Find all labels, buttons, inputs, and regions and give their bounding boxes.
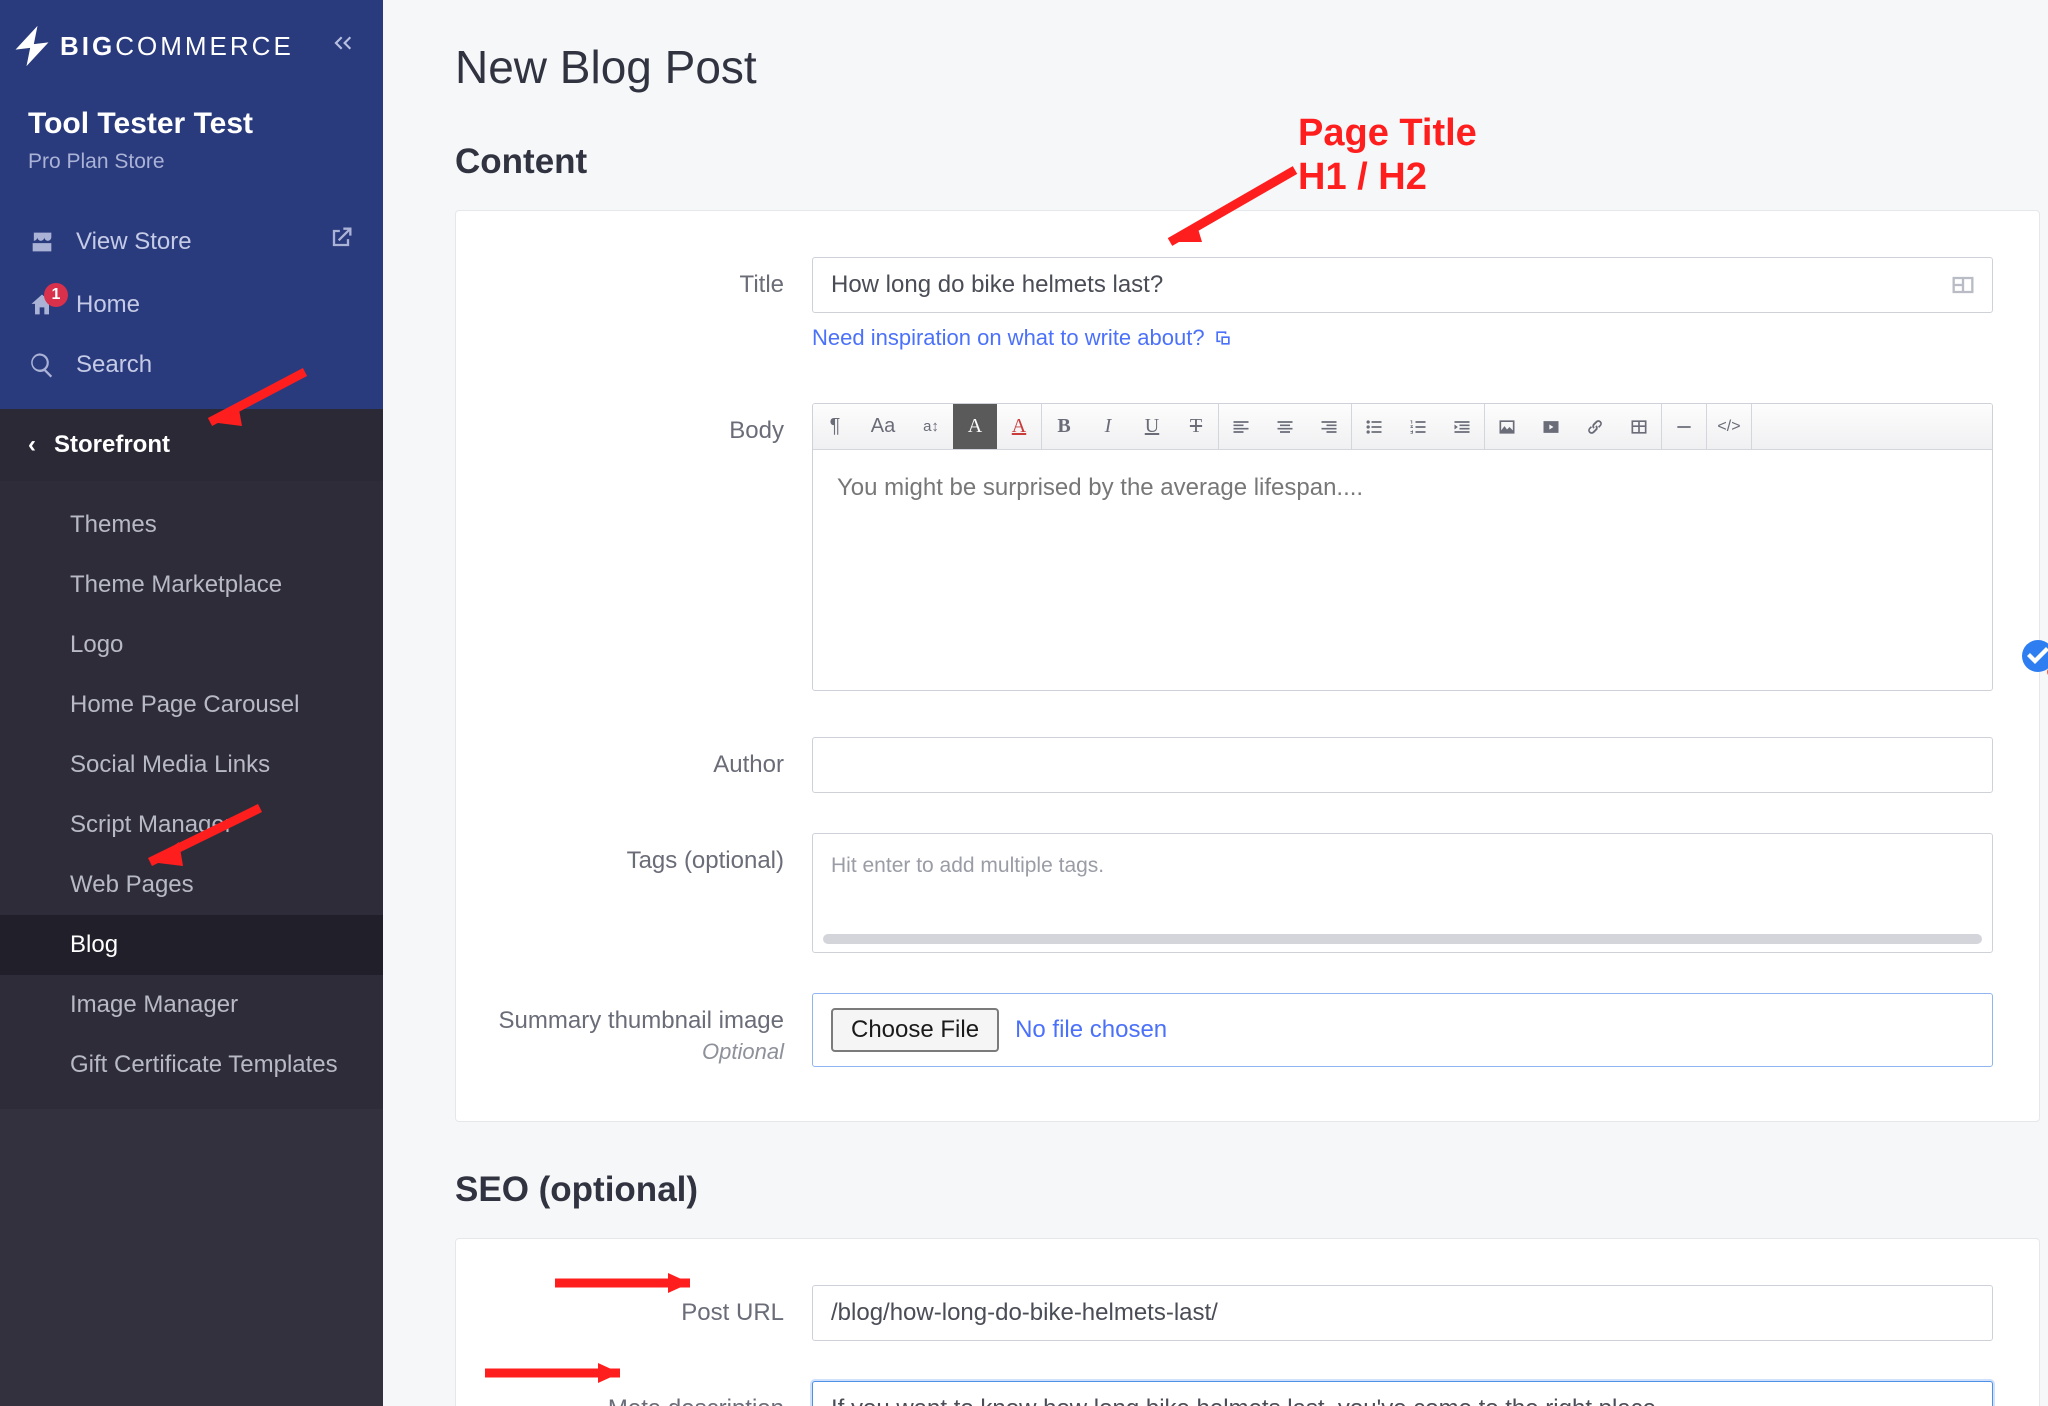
- no-file-text: No file chosen: [1015, 1016, 1167, 1044]
- nav-item-blog[interactable]: Blog: [0, 915, 383, 975]
- nav-section-label: Storefront: [54, 431, 170, 459]
- body-label: Body: [492, 403, 812, 447]
- home-link[interactable]: 1 Home: [0, 275, 383, 335]
- editor-toolbar: ¶ Aa a↕ A A B I U T: [813, 404, 1992, 450]
- brand-rest: COMMERCE: [115, 31, 294, 61]
- tb-paragraph[interactable]: ¶: [813, 404, 857, 449]
- tb-align-center[interactable]: [1263, 404, 1307, 449]
- meta-desc-input[interactable]: [812, 1381, 1993, 1406]
- nav-item-social-media-links[interactable]: Social Media Links: [0, 735, 383, 795]
- tb-font-size[interactable]: a↕: [909, 404, 953, 449]
- tags-placeholder: Hit enter to add multiple tags.: [831, 854, 1104, 877]
- seo-panel: Post URL Meta description: [455, 1238, 2040, 1406]
- brand-mark-icon: [10, 24, 54, 68]
- tb-ul[interactable]: [1352, 404, 1396, 449]
- tb-bg-color[interactable]: A: [953, 404, 997, 449]
- tb-link[interactable]: [1573, 404, 1617, 449]
- thumb-label: Summary thumbnail image Optional: [492, 993, 812, 1067]
- tags-label: Tags (optional): [492, 833, 812, 877]
- sidebar: BIGCOMMERCE Tool Tester Test Pro Plan St…: [0, 0, 383, 1406]
- author-input[interactable]: [812, 737, 1993, 793]
- nav-item-logo[interactable]: Logo: [0, 615, 383, 675]
- tags-input[interactable]: Hit enter to add multiple tags.: [812, 833, 1993, 953]
- tb-image[interactable]: [1485, 404, 1529, 449]
- nav-items: ThemesTheme MarketplaceLogoHome Page Car…: [0, 481, 383, 1109]
- file-chooser: Choose File No file chosen: [812, 993, 1993, 1067]
- search-icon: [28, 351, 56, 379]
- popup-icon: [1213, 328, 1233, 348]
- store-info: Tool Tester Test Pro Plan Store: [0, 92, 383, 202]
- annotation-arrow-blog: [125, 800, 275, 890]
- home-badge: 1: [44, 283, 68, 307]
- search-label: Search: [76, 351, 152, 379]
- nav-item-home-page-carousel[interactable]: Home Page Carousel: [0, 675, 383, 735]
- tb-ol[interactable]: [1396, 404, 1440, 449]
- brand-big: BIG: [60, 31, 115, 61]
- external-link-icon: [327, 224, 355, 259]
- annotation-arrow-storefront: [190, 364, 320, 444]
- tb-text-color[interactable]: A: [997, 404, 1041, 449]
- tb-align-left[interactable]: [1219, 404, 1263, 449]
- annotation-arrow-posturl: [550, 1268, 720, 1298]
- page-title: New Blog Post: [455, 40, 2040, 94]
- chevron-left-icon: ‹: [28, 431, 36, 459]
- annotation-arrow-metadesc: [480, 1358, 650, 1388]
- tb-italic[interactable]: I: [1086, 404, 1130, 449]
- tb-underline[interactable]: U: [1130, 404, 1174, 449]
- nav-item-theme-marketplace[interactable]: Theme Marketplace: [0, 555, 383, 615]
- inspiration-link[interactable]: Need inspiration on what to write about?: [812, 325, 1233, 351]
- nav-item-themes[interactable]: Themes: [0, 495, 383, 555]
- title-label: Title: [492, 257, 812, 301]
- store-name: Tool Tester Test: [28, 106, 355, 142]
- post-url-input[interactable]: [812, 1285, 1993, 1341]
- tb-strike[interactable]: T: [1174, 404, 1218, 449]
- tb-indent[interactable]: [1440, 404, 1484, 449]
- help-chat-icon[interactable]: [2018, 638, 2048, 678]
- brand-logo: BIGCOMMERCE: [10, 24, 294, 68]
- sidebar-header: BIGCOMMERCE Tool Tester Test Pro Plan St…: [0, 0, 383, 409]
- body-editor: ¶ Aa a↕ A A B I U T: [812, 403, 1993, 691]
- tb-table[interactable]: [1617, 404, 1661, 449]
- author-label: Author: [492, 737, 812, 781]
- tb-align-right[interactable]: [1307, 404, 1351, 449]
- view-store-label: View Store: [76, 228, 192, 256]
- body-textarea[interactable]: You might be surprised by the average li…: [813, 450, 1992, 690]
- tb-hr[interactable]: [1662, 404, 1706, 449]
- choose-file-button[interactable]: Choose File: [831, 1008, 999, 1052]
- nav-item-gift-certificate-templates[interactable]: Gift Certificate Templates: [0, 1035, 383, 1095]
- inspiration-text: Need inspiration on what to write about?: [812, 325, 1205, 351]
- store-plan: Pro Plan Store: [28, 150, 355, 174]
- annotation-arrow-title: [1140, 160, 1310, 280]
- card-layout-icon[interactable]: [1949, 271, 1977, 299]
- tb-code[interactable]: </>: [1707, 404, 1751, 449]
- home-label: Home: [76, 291, 140, 319]
- storefront-icon: [28, 228, 56, 256]
- tb-bold[interactable]: B: [1042, 404, 1086, 449]
- tags-scrollbar[interactable]: [823, 934, 1982, 944]
- seo-section-title: SEO (optional): [455, 1170, 2040, 1210]
- nav-item-image-manager[interactable]: Image Manager: [0, 975, 383, 1035]
- collapse-sidebar-icon[interactable]: [329, 30, 355, 63]
- tb-font-family[interactable]: Aa: [857, 404, 909, 449]
- title-input[interactable]: [812, 257, 1993, 313]
- view-store-link[interactable]: View Store: [0, 208, 383, 275]
- content-panel: Title Need inspiration on what to write …: [455, 210, 2040, 1122]
- tb-video[interactable]: [1529, 404, 1573, 449]
